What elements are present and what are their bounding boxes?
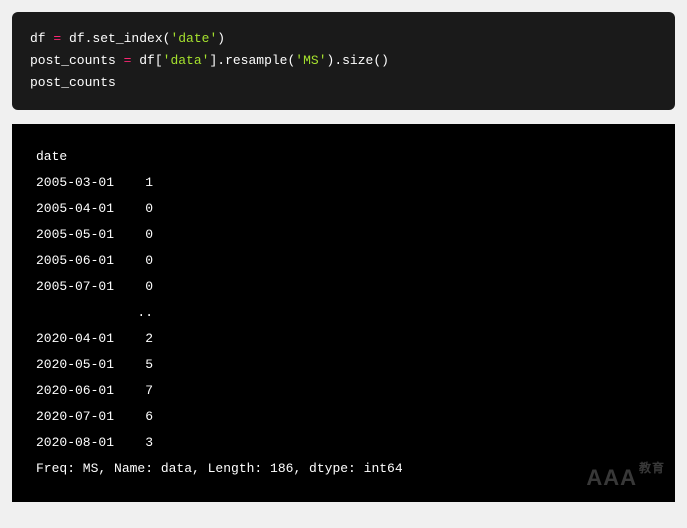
output-date: 2020-07-01 [36, 409, 114, 424]
output-date: 2020-05-01 [36, 357, 114, 372]
output-block: date 2005-03-01 1 2005-04-01 0 2005-05-0… [12, 124, 675, 502]
code-token: df [30, 31, 53, 46]
output-row: 2005-07-01 0 [36, 274, 651, 300]
output-date: 2005-06-01 [36, 253, 114, 268]
output-value: 0 [145, 227, 153, 242]
code-line-1: df = df.set_index('date') [30, 28, 657, 50]
output-row: 2020-06-01 7 [36, 378, 651, 404]
output-date: 2005-04-01 [36, 201, 114, 216]
output-row: 2020-04-01 2 [36, 326, 651, 352]
code-token: post_counts [30, 75, 116, 90]
output-date: 2005-05-01 [36, 227, 114, 242]
output-date: 2005-03-01 [36, 175, 114, 190]
output-ellipsis: .. [36, 300, 651, 326]
output-footer: Freq: MS, Name: data, Length: 186, dtype… [36, 456, 651, 482]
output-date: 2020-04-01 [36, 331, 114, 346]
output-value: 0 [145, 253, 153, 268]
output-value: 0 [145, 201, 153, 216]
output-row: 2020-05-01 5 [36, 352, 651, 378]
code-line-3: post_counts [30, 72, 657, 94]
output-date: 2020-08-01 [36, 435, 114, 450]
output-row: 2005-04-01 0 [36, 196, 651, 222]
output-value: 0 [145, 279, 153, 294]
code-token: ) [217, 31, 225, 46]
code-token: ).size() [327, 53, 389, 68]
output-value: 6 [145, 409, 153, 424]
output-date: 2020-06-01 [36, 383, 114, 398]
code-token: post_counts [30, 53, 124, 68]
output-row: 2020-07-01 6 [36, 404, 651, 430]
output-date: 2005-07-01 [36, 279, 114, 294]
output-row: 2005-05-01 0 [36, 222, 651, 248]
output-row: 2020-08-01 3 [36, 430, 651, 456]
code-block: df = df.set_index('date') post_counts = … [12, 12, 675, 110]
code-token: 'date' [170, 31, 217, 46]
output-value: 2 [145, 331, 153, 346]
output-header: date [36, 144, 651, 170]
code-token: 'data' [163, 53, 210, 68]
code-token: ].resample( [209, 53, 295, 68]
output-value: 1 [145, 175, 153, 190]
code-token: df.set_index( [61, 31, 170, 46]
code-token: 'MS' [295, 53, 326, 68]
output-row: 2005-03-01 1 [36, 170, 651, 196]
output-row: 2005-06-01 0 [36, 248, 651, 274]
code-line-2: post_counts = df['data'].resample('MS').… [30, 50, 657, 72]
output-value: 5 [145, 357, 153, 372]
output-value: 7 [145, 383, 153, 398]
code-token: df[ [131, 53, 162, 68]
output-value: 3 [145, 435, 153, 450]
